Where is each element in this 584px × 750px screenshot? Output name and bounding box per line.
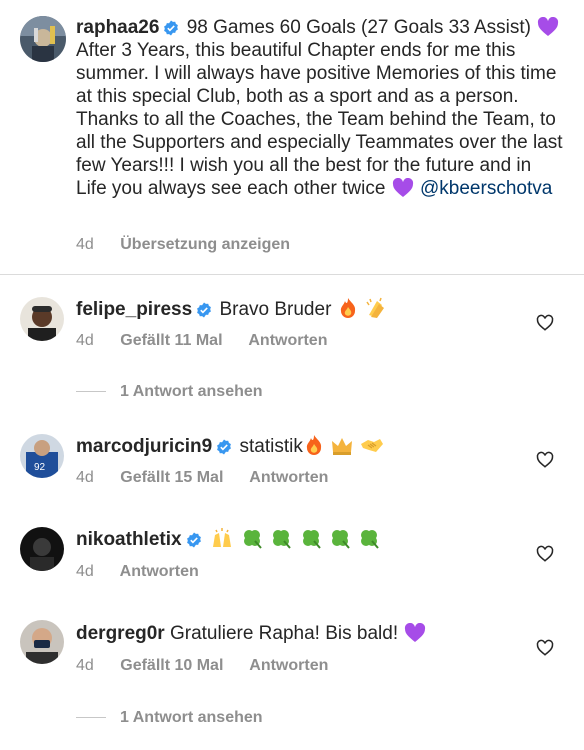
reply-button[interactable]: Antworten [249, 657, 328, 674]
translate-link[interactable]: Übersetzung anzeigen [120, 236, 290, 253]
heart-icon[interactable] [536, 314, 554, 332]
comment-meta: 4d Gefällt 15 Mal Antworten [76, 469, 350, 487]
avatar[interactable] [20, 527, 64, 571]
handshake-emoji [361, 439, 384, 452]
purple-heart-emoji [405, 623, 426, 642]
reply-button[interactable]: Antworten [249, 469, 328, 486]
comment-username[interactable]: marcodjuricin9 [76, 436, 212, 457]
replies-line [76, 391, 106, 393]
comment-text: dergreg0r Gratuliere Rapha! Bis bald! [76, 622, 516, 645]
heart-icon[interactable] [536, 451, 554, 469]
comment-username[interactable]: nikoathletix [76, 529, 182, 550]
avatar[interactable]: 92 [20, 434, 64, 478]
replies-line [76, 717, 106, 719]
mention-link[interactable]: @kbeerschotva [420, 178, 552, 199]
timestamp: 4d [76, 236, 94, 253]
likes-count[interactable]: Gefällt 11 Mal [120, 332, 222, 349]
comment-text: nikoathletix [76, 527, 516, 551]
view-replies-label: 1 Antwort ansehen [120, 709, 263, 726]
fire-emoji [306, 435, 321, 455]
comment-username[interactable]: dergreg0r [76, 623, 165, 644]
view-replies-label: 1 Antwort ansehen [120, 383, 263, 400]
heart-icon[interactable] [536, 639, 554, 657]
verified-badge-icon [217, 439, 232, 455]
comment-body: Bravo Bruder [219, 299, 332, 320]
likes-count[interactable]: Gefällt 15 Mal [120, 469, 223, 486]
shamrock-emoji [331, 530, 350, 549]
shamrock-emoji [273, 530, 292, 549]
caption-stats: 98 Games 60 Goals (27 Goals 33 Assist) [186, 17, 532, 38]
timestamp: 4d [76, 563, 94, 580]
purple-heart-emoji [392, 178, 413, 197]
reply-button[interactable]: Antworten [248, 332, 327, 349]
view-replies-link[interactable]: 1 Antwort ansehen [76, 709, 263, 727]
comment-username[interactable]: felipe_piress [76, 299, 192, 320]
comment-text: felipe_piress Bravo Bruder [76, 297, 516, 321]
fire-emoji [340, 298, 355, 318]
verified-badge-icon [164, 20, 179, 36]
caption-meta: 4d Übersetzung anzeigen [76, 236, 312, 254]
timestamp: 4d [76, 469, 94, 486]
svg-text:92: 92 [34, 462, 46, 473]
shamrock-emoji [244, 530, 262, 549]
purple-heart-emoji [538, 17, 559, 36]
caption-body: After 3 Years, this beautiful Chapter en… [76, 40, 563, 199]
reply-button[interactable]: Antworten [120, 563, 199, 580]
clapping-hands-emoji [366, 297, 384, 318]
divider [0, 274, 584, 275]
verified-badge-icon [186, 532, 201, 548]
comment-meta: 4d Gefällt 11 Mal Antworten [76, 332, 349, 350]
view-replies-link[interactable]: 1 Antwort ansehen [76, 383, 263, 401]
comment-meta: 4d Gefällt 10 Mal Antworten [76, 657, 350, 675]
post-caption: raphaa26 98 Games 60 Goals (27 Goals 33 … [0, 0, 584, 274]
verified-badge-icon [197, 302, 212, 318]
comment-body: Gratuliere Rapha! Bis bald! [169, 623, 399, 644]
timestamp: 4d [76, 657, 94, 674]
avatar[interactable] [20, 620, 64, 664]
heart-icon[interactable] [536, 545, 554, 563]
comment-body: statistik [239, 436, 303, 457]
caption-text: raphaa26 98 Games 60 Goals (27 Goals 33 … [76, 16, 566, 200]
comment-text: marcodjuricin9 statistik [76, 434, 516, 458]
raising-hands-emoji [212, 528, 231, 547]
shamrock-emoji [361, 530, 380, 549]
comment-meta: 4d Antworten [76, 563, 221, 581]
likes-count[interactable]: Gefällt 10 Mal [120, 657, 223, 674]
avatar[interactable] [20, 16, 66, 62]
caption-username[interactable]: raphaa26 [76, 17, 159, 38]
avatar[interactable] [20, 297, 64, 341]
crown-emoji [332, 438, 353, 455]
shamrock-emoji [302, 530, 321, 549]
timestamp: 4d [76, 332, 94, 349]
